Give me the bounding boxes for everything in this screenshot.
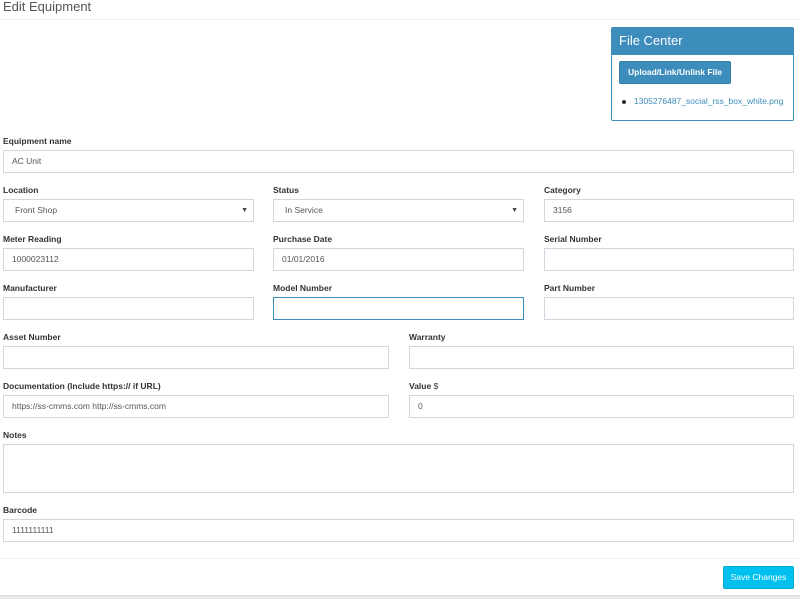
serial-number-label: Serial Number [544, 234, 602, 244]
barcode-input[interactable]: 1111111111 [3, 519, 794, 542]
warranty-input[interactable] [409, 346, 794, 369]
location-label: Location [3, 185, 39, 195]
barcode-label: Barcode [3, 505, 38, 515]
currency-unit: $ [433, 381, 439, 391]
file-center-panel: File Center Upload/Link/Unlink File 1305… [611, 27, 794, 121]
file-list: 1305276487_social_rss_box_white.png [622, 96, 783, 106]
save-changes-button[interactable]: Save Changes [723, 566, 794, 589]
notes-label: Notes [3, 430, 27, 440]
purchase-date-input[interactable]: 01/01/2016 [273, 248, 524, 271]
documentation-input[interactable]: https://ss-cmms.com http://ss-cmms.com [3, 395, 389, 418]
warranty-label: Warranty [409, 332, 446, 342]
equipment-name-input[interactable]: AC Unit [3, 150, 794, 173]
model-number-input[interactable] [273, 297, 524, 320]
footer-divider [0, 558, 800, 559]
notes-textarea[interactable] [3, 444, 794, 493]
value-label-text: Value [409, 381, 432, 391]
page-title: Edit Equipment [3, 0, 92, 14]
equipment-name-label: Equipment name [3, 136, 72, 146]
bullet-icon [622, 99, 626, 104]
file-link[interactable]: 1305276487_social_rss_box_white.png [634, 96, 783, 106]
value-input[interactable]: 0 [409, 395, 794, 418]
manufacturer-label: Manufacturer [3, 283, 57, 293]
value-label: Value $ [409, 381, 438, 391]
category-label: Category [544, 185, 581, 195]
status-label: Status [273, 185, 299, 195]
model-number-label: Model Number [273, 283, 333, 293]
caret-down-icon: ▼ [511, 207, 518, 214]
caret-down-icon: ▼ [241, 207, 248, 214]
part-number-label: Part Number [544, 283, 596, 293]
part-number-input[interactable] [544, 297, 794, 320]
bottom-edge [0, 595, 800, 599]
documentation-label: Documentation (Include https:// if URL) [3, 381, 161, 391]
location-value: Front Shop [15, 205, 58, 215]
asset-number-label: Asset Number [3, 332, 61, 342]
title-divider [0, 19, 800, 20]
serial-number-input[interactable] [544, 248, 794, 271]
asset-number-input[interactable] [3, 346, 389, 369]
status-value: In Service [285, 205, 323, 215]
category-input[interactable]: 3156 [544, 199, 794, 222]
file-center-title: File Center [612, 28, 793, 55]
meter-reading-label: Meter Reading [3, 234, 62, 244]
purchase-date-label: Purchase Date [273, 234, 333, 244]
location-select[interactable]: Front Shop ▼ [3, 199, 254, 222]
meter-reading-input[interactable]: 1000023112 [3, 248, 254, 271]
upload-link-unlink-button[interactable]: Upload/Link/Unlink File [619, 61, 731, 84]
manufacturer-input[interactable] [3, 297, 254, 320]
status-select[interactable]: In Service ▼ [273, 199, 524, 222]
